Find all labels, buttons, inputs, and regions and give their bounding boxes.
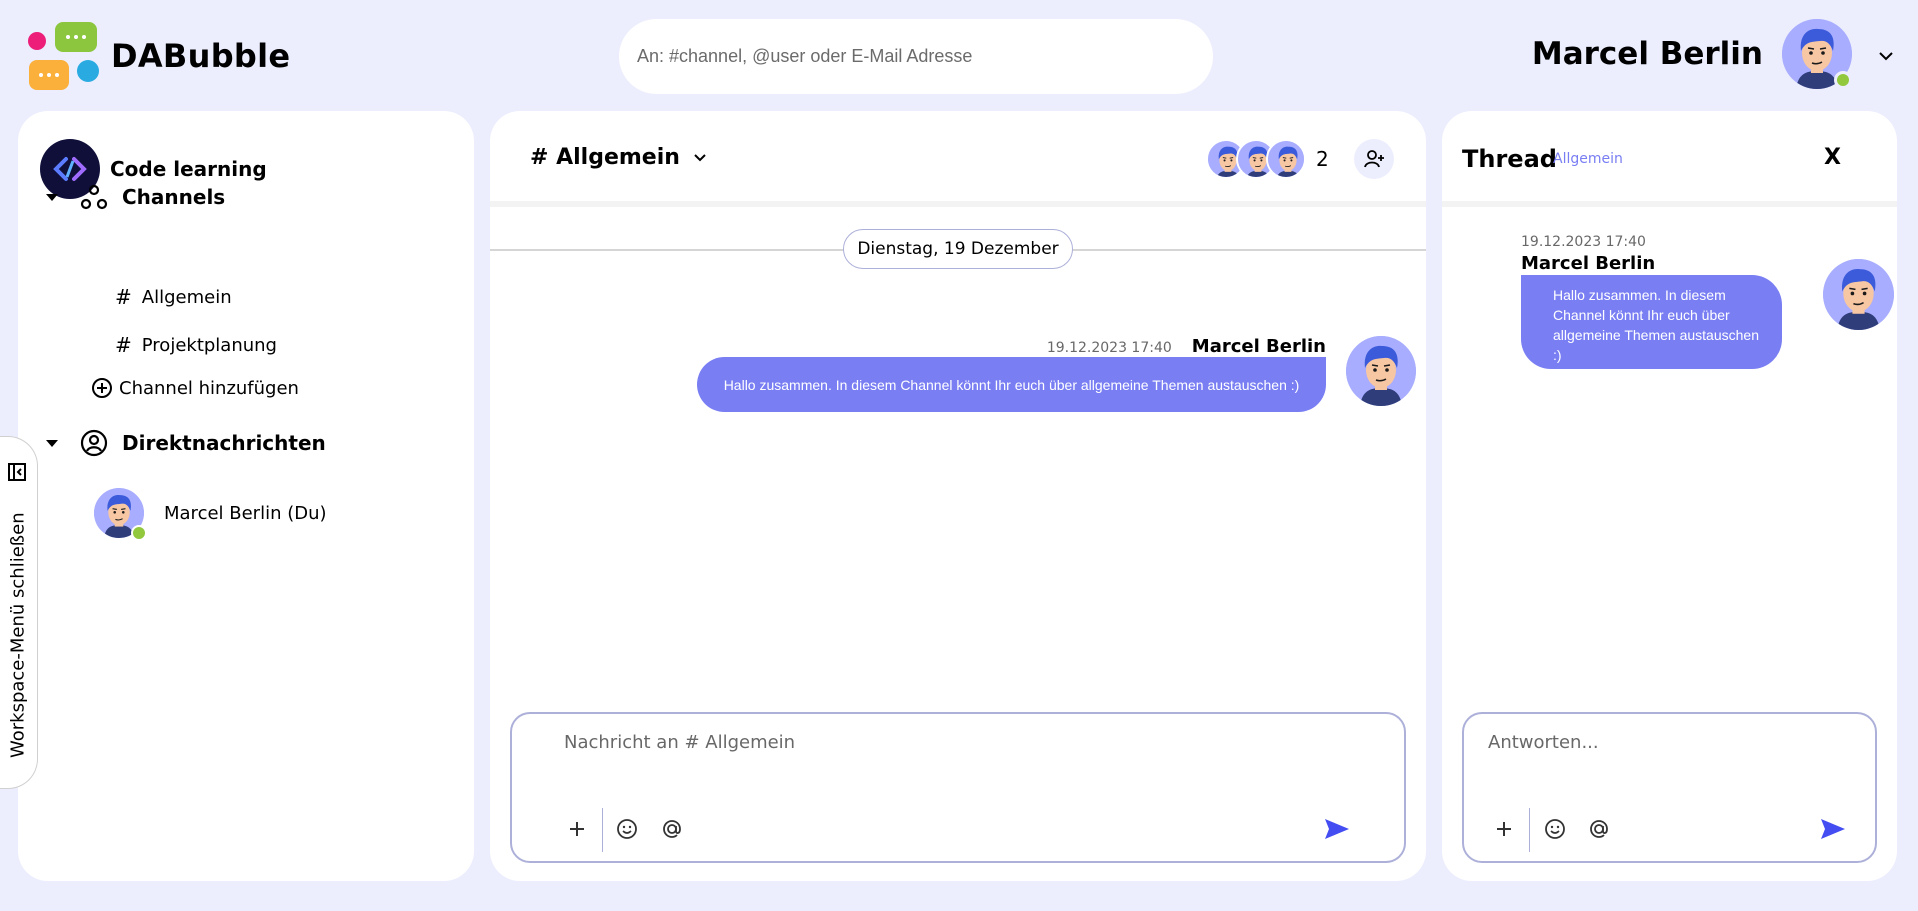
channel-item-label: Allgemein (141, 286, 232, 308)
workspace-menu-toggle[interactable]: Workspace-Menü schließen (0, 436, 38, 789)
thread-channel-name: Allgemein (1553, 151, 1623, 167)
dm-label: Direktnachrichten (122, 431, 326, 455)
sidebar-collapse-icon (8, 463, 26, 481)
online-status-dot (131, 525, 147, 541)
message-bubble[interactable]: Hallo zusammen. In diesem Channel könnt … (697, 357, 1326, 412)
smiley-icon[interactable] (614, 816, 640, 842)
online-status-dot (1834, 71, 1852, 89)
channels-section-toggle[interactable]: Channels (46, 183, 225, 211)
caret-down-icon[interactable] (46, 193, 58, 201)
composer-placeholder[interactable]: Nachricht an # Allgemein (564, 732, 795, 753)
toolbar-divider (1529, 808, 1530, 852)
current-user-avatar[interactable] (1782, 19, 1852, 89)
smiley-icon[interactable] (1542, 816, 1568, 842)
channel-members[interactable]: 2 (1206, 139, 1329, 179)
send-icon[interactable] (1322, 814, 1352, 844)
avatar[interactable] (1346, 336, 1416, 406)
member-count: 2 (1316, 147, 1329, 171)
close-thread-button[interactable]: X (1824, 145, 1841, 170)
dm-item-label: Marcel Berlin (Du) (164, 502, 327, 524)
dm-section-toggle[interactable]: Direktnachrichten (46, 429, 326, 457)
dm-item-self[interactable]: Marcel Berlin (Du) (94, 488, 327, 541)
user-circle-icon (80, 429, 108, 457)
message-meta: 19.12.2023 17:40 Marcel Berlin (1047, 336, 1326, 357)
add-channel-label: Channel hinzufügen (119, 377, 299, 399)
plus-circle-icon (92, 378, 112, 398)
app-header: DABubble Marcel Berlin (0, 0, 1918, 110)
app-name: DABubble (111, 37, 291, 75)
toolbar-divider (602, 808, 603, 852)
hash-icon: # (115, 285, 132, 309)
caret-down-icon[interactable] (46, 439, 58, 447)
message-time: 19.12.2023 17:40 (1521, 234, 1646, 250)
thread-title: Thread (1462, 145, 1557, 173)
plus-icon[interactable] (1491, 816, 1517, 842)
hash-icon: # (115, 333, 132, 357)
thread-reply-composer[interactable]: Antworten... (1462, 712, 1877, 863)
person-add-icon (1364, 150, 1384, 168)
channel-item-projektplanung[interactable]: # Projektplanung (115, 333, 277, 357)
channel-title: # Allgemein (530, 145, 680, 170)
channel-header: # Allgemein 2 (490, 111, 1426, 207)
channels-nodes-icon (80, 184, 108, 210)
send-icon[interactable] (1818, 814, 1848, 844)
avatar[interactable] (1823, 259, 1894, 330)
search-input[interactable] (619, 19, 1213, 94)
at-icon[interactable] (1586, 816, 1612, 842)
message-bubble[interactable]: Hallo zusammen. In diesem Channel könnt … (1521, 275, 1782, 369)
chevron-down-icon[interactable] (1877, 47, 1895, 65)
member-avatar (1266, 139, 1306, 179)
channel-title-button[interactable]: # Allgemein (530, 145, 708, 170)
chat-bubbles-logo (28, 22, 99, 90)
date-divider: Dienstag, 19 Dezember (843, 229, 1073, 269)
channel-item-label: Projektplanung (141, 334, 277, 356)
current-user-name[interactable]: Marcel Berlin (1532, 36, 1763, 72)
plus-icon[interactable] (564, 816, 590, 842)
thread-panel: Thread Allgemein X 19.12.2023 17:40 Marc… (1442, 111, 1897, 881)
message-composer[interactable]: Nachricht an # Allgemein (510, 712, 1406, 863)
add-channel-button[interactable]: Channel hinzufügen (91, 377, 299, 399)
workspace-name[interactable]: Code learning (110, 157, 267, 181)
chevron-down-icon (694, 153, 706, 161)
workspace-menu-toggle-label: Workspace-Menü schließen (7, 512, 29, 758)
message-author[interactable]: Marcel Berlin (1521, 253, 1655, 274)
avatar (94, 488, 147, 541)
message-author[interactable]: Marcel Berlin (1192, 336, 1326, 357)
channel-item-allgemein[interactable]: # Allgemein (115, 285, 232, 309)
at-icon[interactable] (659, 816, 685, 842)
add-member-button[interactable] (1354, 139, 1394, 179)
thread-header: Thread Allgemein X (1442, 111, 1897, 207)
workspace-sidebar: Code learning Channels # Allgemein # Pro… (18, 111, 474, 881)
composer-placeholder[interactable]: Antworten... (1488, 732, 1599, 753)
channel-panel: # Allgemein 2 Dienstag, 19 Dezember 19.1… (490, 111, 1426, 881)
message-time: 19.12.2023 17:40 (1046, 340, 1172, 356)
channels-label: Channels (122, 185, 226, 209)
